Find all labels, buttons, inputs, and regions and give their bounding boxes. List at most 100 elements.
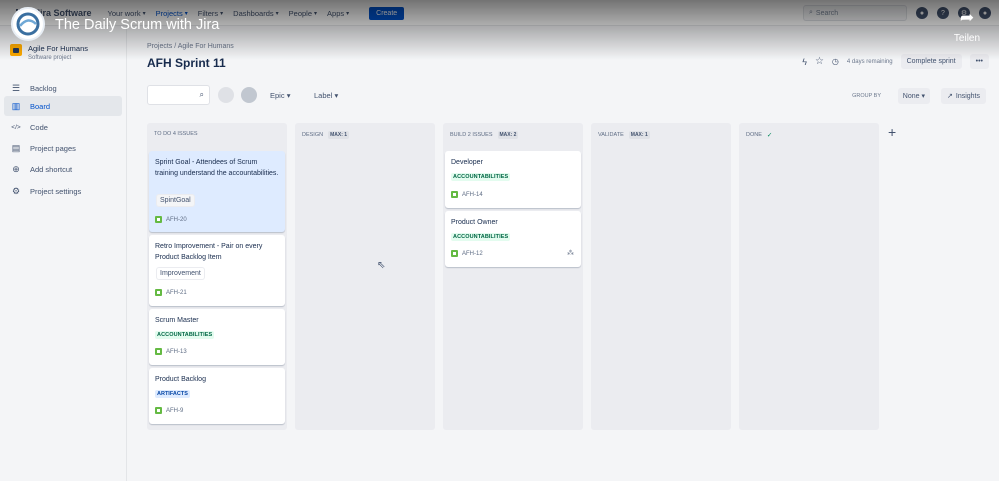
chevron-down-icon: ▾ bbox=[346, 10, 350, 17]
story-icon bbox=[451, 250, 458, 257]
sidebar-item-code[interactable]: </> Code bbox=[4, 117, 122, 137]
group-by-label: GROUP BY bbox=[852, 93, 881, 99]
issue-card[interactable]: Scrum Master ACCOUNTABILITIES AFH-13 bbox=[149, 309, 285, 365]
project-type: Software project bbox=[28, 55, 72, 61]
story-icon bbox=[155, 407, 162, 414]
issue-card[interactable]: Product Owner ACCOUNTABILITIES AFH-12 ⁂ bbox=[445, 211, 581, 267]
complete-sprint-button[interactable]: Complete sprint bbox=[900, 54, 962, 69]
channel-logo[interactable] bbox=[11, 7, 45, 41]
nav-dashboards[interactable]: Dashboards ▾ bbox=[233, 9, 278, 18]
sidebar-item-project-pages[interactable]: ▤ Project pages bbox=[4, 138, 122, 158]
project-avatar bbox=[10, 44, 22, 56]
breadcrumb[interactable]: Projects / Agile For Humans bbox=[147, 43, 234, 50]
chart-icon: ↗ bbox=[947, 93, 953, 100]
card-title: Developer bbox=[451, 159, 483, 166]
card-epic-tag: ACCOUNTABILITIES bbox=[155, 331, 215, 339]
search-input[interactable]: ⌕ Search bbox=[803, 5, 907, 21]
code-icon: </> bbox=[11, 123, 21, 131]
chevron-down-icon: ▾ bbox=[314, 10, 318, 17]
search-icon: ⌕ bbox=[809, 9, 813, 16]
card-title: Product Backlog bbox=[155, 376, 206, 383]
add-column-button[interactable]: + bbox=[888, 124, 896, 140]
share-button[interactable]: ➦ Teilen bbox=[949, 8, 985, 44]
board-icon: ▥ bbox=[11, 100, 21, 111]
group-by-select[interactable]: None ▾ bbox=[897, 88, 930, 104]
chevron-down-icon: ▾ bbox=[142, 10, 146, 17]
user-avatar-filter[interactable] bbox=[218, 87, 234, 103]
card-epic-tag: ACCOUNTABILITIES bbox=[451, 173, 511, 181]
board-column-done: DONE ✓ bbox=[739, 123, 879, 430]
search-icon: ⌕ bbox=[199, 90, 204, 99]
issue-key: AFH-20 bbox=[155, 216, 187, 223]
sprint-remaining: 4 days remaining bbox=[846, 58, 893, 65]
subtask-icon: ⁂ bbox=[567, 250, 574, 257]
lightning-icon[interactable]: ϟ bbox=[802, 57, 807, 67]
card-title: Sprint Goal - Attendees of Scrum trainin… bbox=[155, 159, 279, 177]
chevron-down-icon: ▾ bbox=[275, 10, 279, 17]
check-icon: ✓ bbox=[766, 132, 773, 139]
more-actions-button[interactable]: ••• bbox=[969, 54, 989, 69]
help-icon[interactable]: ? bbox=[937, 7, 949, 19]
column-header: BUILD 2 ISSUES MAX: 2 bbox=[450, 131, 519, 139]
card-label: SpintGoal bbox=[157, 195, 194, 206]
star-icon[interactable]: ☆ bbox=[815, 56, 824, 67]
card-epic-tag: ACCOUNTABILITIES bbox=[451, 233, 511, 241]
board-column-build: BUILD 2 ISSUES MAX: 2 Developer ACCOUNTAB… bbox=[443, 123, 583, 430]
chevron-down-icon: ▾ bbox=[286, 91, 291, 100]
issue-card[interactable]: Developer ACCOUNTABILITIES AFH-14 bbox=[445, 151, 581, 208]
issue-key: AFH-9 bbox=[155, 407, 183, 414]
create-button[interactable]: Create bbox=[369, 6, 405, 20]
issue-key: AFH-14 bbox=[451, 191, 483, 198]
board-column-todo: TO DO 4 ISSUES Sprint Goal - Attendees o… bbox=[147, 123, 287, 430]
chevron-down-icon: ▾ bbox=[184, 10, 188, 17]
label-filter[interactable]: Label ▾ bbox=[314, 91, 338, 100]
issue-card[interactable]: Sprint Goal - Attendees of Scrum trainin… bbox=[149, 151, 285, 232]
issue-card[interactable]: Product Backlog ARTIFACTS AFH-9 bbox=[149, 368, 285, 424]
issue-key: AFH-13 bbox=[155, 348, 187, 355]
column-header: DESIGN MAX: 1 bbox=[302, 131, 350, 139]
nav-people[interactable]: People ▾ bbox=[289, 9, 317, 18]
project-sidebar: Agile For Humans Software project ☰ Back… bbox=[0, 26, 127, 481]
share-label: Teilen bbox=[953, 33, 981, 44]
sidebar-item-board[interactable]: ▥ Board bbox=[4, 96, 122, 116]
gear-icon: ⚙ bbox=[11, 185, 21, 196]
board-column-design: DESIGN MAX: 1 bbox=[295, 123, 435, 430]
sidebar-item-add-shortcut[interactable]: ⊕ Add shortcut bbox=[4, 159, 122, 179]
project-header[interactable]: Agile For Humans Software project bbox=[10, 44, 88, 61]
issue-key: AFH-12 bbox=[451, 250, 483, 257]
chevron-down-icon: ▾ bbox=[334, 91, 339, 100]
share-icon: ➦ bbox=[959, 8, 975, 27]
issue-key: AFH-21 bbox=[155, 289, 187, 296]
page-title: AFH Sprint 11 bbox=[147, 56, 226, 70]
nav-apps[interactable]: Apps ▾ bbox=[327, 9, 349, 18]
story-icon bbox=[155, 216, 162, 223]
wip-limit-badge: MAX: 1 bbox=[628, 131, 650, 139]
sidebar-item-project-settings[interactable]: ⚙ Project settings bbox=[4, 181, 122, 201]
card-label: Improvement bbox=[157, 268, 204, 279]
sidebar-item-backlog[interactable]: ☰ Backlog bbox=[4, 78, 122, 98]
header-actions: ϟ ☆ ◷ 4 days remaining Complete sprint •… bbox=[802, 54, 989, 69]
add-people-avatar[interactable] bbox=[241, 87, 257, 103]
column-header: VALIDATE MAX: 1 bbox=[598, 131, 650, 139]
board-column-validate: VALIDATE MAX: 1 bbox=[591, 123, 731, 430]
insights-button[interactable]: ↗ Insights bbox=[941, 88, 986, 104]
shortcut-icon: ⊕ bbox=[12, 163, 20, 174]
wip-limit-badge: MAX: 1 bbox=[328, 131, 350, 139]
card-title: Scrum Master bbox=[155, 317, 199, 324]
epic-filter[interactable]: Epic ▾ bbox=[270, 91, 290, 100]
notifications-icon[interactable]: ● bbox=[916, 7, 928, 19]
clock-icon: ◷ bbox=[831, 57, 839, 66]
project-name: Agile For Humans bbox=[28, 44, 89, 53]
channel-logo-icon bbox=[16, 12, 40, 36]
pages-icon: ▤ bbox=[11, 142, 21, 153]
issue-card[interactable]: Retro Improvement - Pair on every Produc… bbox=[149, 235, 285, 306]
card-title: Retro Improvement - Pair on every Produc… bbox=[155, 243, 263, 261]
chevron-down-icon: ▾ bbox=[220, 10, 224, 17]
story-icon bbox=[451, 191, 458, 198]
wip-limit-badge: MAX: 2 bbox=[497, 131, 519, 139]
mouse-cursor-icon: ⇖ bbox=[377, 260, 386, 271]
board-search-input[interactable]: ⌕ bbox=[147, 85, 210, 105]
video-title[interactable]: The Daily Scrum with Jira bbox=[55, 17, 219, 33]
story-icon bbox=[155, 348, 162, 355]
column-header: TO DO 4 ISSUES bbox=[154, 131, 198, 137]
